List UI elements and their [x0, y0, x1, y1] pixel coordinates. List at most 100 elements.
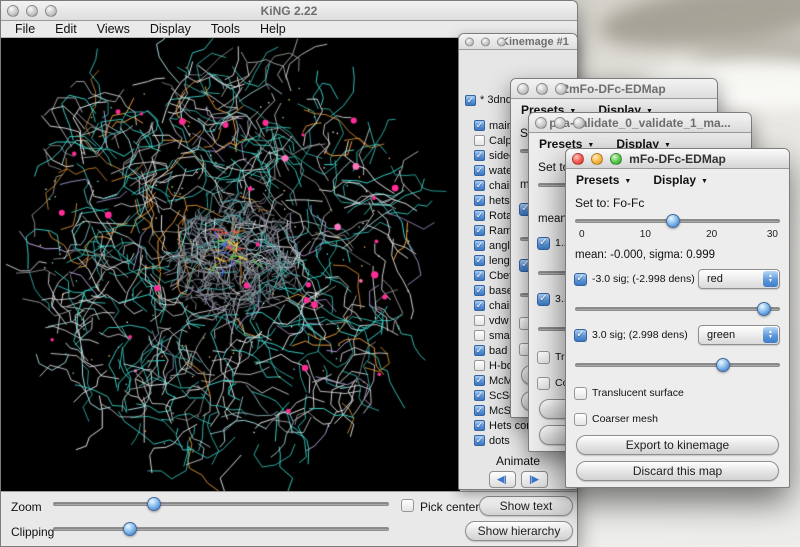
zoom-slider-thumb[interactable] [147, 497, 161, 511]
step-back-icon: ◀| [497, 474, 506, 485]
window-titlebar[interactable]: 2mFo-DFc-EDMap [511, 79, 717, 99]
king-titlebar[interactable]: KiNG 2.22 [1, 1, 577, 21]
menu-help[interactable]: Help [250, 22, 296, 36]
step-back-button[interactable]: ◀| [489, 471, 516, 488]
item-checkbox[interactable] [474, 180, 485, 191]
pick-center-checkbox[interactable] [401, 499, 414, 512]
level-slider[interactable] [575, 213, 780, 229]
menu-edit[interactable]: Edit [45, 22, 87, 36]
coarser-checkbox[interactable] [537, 377, 550, 390]
item-label: hets [489, 195, 510, 207]
step-forward-icon: |▶ [529, 474, 538, 485]
minimize-icon[interactable] [591, 153, 603, 165]
close-icon[interactable] [535, 117, 547, 129]
item-checkbox[interactable] [474, 315, 485, 326]
animate-controls: ◀| |▶ [459, 471, 577, 488]
menu-file[interactable]: File [5, 22, 45, 36]
contour1-color-select[interactable]: red ▲▼ [698, 269, 780, 289]
close-icon[interactable] [465, 37, 474, 46]
contour1-checkbox[interactable] [574, 273, 587, 286]
chevron-down-icon: ▼ [624, 178, 631, 185]
close-icon[interactable] [7, 5, 19, 17]
window-titlebar[interactable]: pka-validate_0_validate_1_ma... [529, 113, 751, 133]
menu-tools[interactable]: Tools [201, 22, 250, 36]
contour2-color-select[interactable]: green ▲▼ [698, 325, 780, 345]
slider-thumb[interactable] [716, 358, 730, 372]
item-checkbox[interactable] [474, 225, 485, 236]
item-checkbox[interactable] [474, 390, 485, 401]
slider-thumb[interactable] [757, 302, 771, 316]
zoom-slider[interactable] [53, 496, 389, 512]
contour1-slider[interactable] [575, 301, 780, 317]
minimize-icon[interactable] [481, 37, 490, 46]
item-checkbox[interactable] [474, 405, 485, 416]
item-checkbox[interactable] [474, 195, 485, 206]
maximize-icon[interactable] [610, 153, 622, 165]
contour1-checkbox[interactable] [537, 237, 550, 250]
edmap-fofc-window[interactable]: mFo-DFc-EDMap Presets▼ Display▼ Set to: … [565, 148, 790, 488]
close-icon[interactable] [517, 83, 529, 95]
clipping-slider-thumb[interactable] [123, 522, 137, 536]
item-label: dots [489, 435, 510, 447]
show-hierarchy-button[interactable]: Show hierarchy [465, 521, 573, 541]
item-checkbox[interactable] [474, 345, 485, 356]
item-checkbox[interactable] [474, 240, 485, 251]
step-forward-button[interactable]: |▶ [521, 471, 548, 488]
window-controls [465, 37, 506, 46]
maximize-icon[interactable] [573, 117, 585, 129]
close-icon[interactable] [572, 153, 584, 165]
clipping-slider[interactable] [53, 521, 389, 537]
translucent-checkbox[interactable] [537, 351, 550, 364]
item-checkbox[interactable] [474, 210, 485, 221]
display-menu[interactable]: Display▼ [653, 173, 708, 187]
show-text-button[interactable]: Show text [479, 496, 573, 516]
coarser-row: Coarser mesh [574, 411, 658, 427]
chevron-down-icon: ▼ [701, 178, 708, 185]
translucent-checkbox[interactable] [574, 387, 587, 400]
item-checkbox[interactable] [474, 435, 485, 446]
window-controls [572, 153, 622, 165]
discard-button[interactable]: Discard this map [576, 461, 779, 481]
tick-label: 20 [706, 229, 717, 240]
minimize-icon[interactable] [536, 83, 548, 95]
item-checkbox[interactable] [474, 330, 485, 341]
item-checkbox[interactable] [474, 255, 485, 266]
contour2-slider[interactable] [575, 357, 780, 373]
contour2-checkbox[interactable] [537, 293, 550, 306]
item-checkbox[interactable] [474, 150, 485, 161]
window-controls [517, 83, 567, 95]
graphics-area[interactable] [1, 38, 460, 493]
item-checkbox[interactable] [474, 360, 485, 371]
animate-label: Animate [459, 454, 577, 468]
coarser-checkbox[interactable] [574, 413, 587, 426]
item-checkbox[interactable] [474, 120, 485, 131]
slider-tick-labels: 0 10 20 30 [577, 229, 778, 241]
contour2-checkbox[interactable] [574, 329, 587, 342]
maximize-icon[interactable] [555, 83, 567, 95]
popup-arrows-icon: ▲▼ [763, 327, 778, 343]
item-checkbox[interactable] [474, 135, 485, 146]
item-checkbox[interactable] [474, 420, 485, 431]
menu-display[interactable]: Display [140, 22, 201, 36]
minimize-icon[interactable] [554, 117, 566, 129]
zoom-label: Zoom [11, 500, 42, 514]
maximize-icon[interactable] [497, 37, 506, 46]
kinemage-titlebar[interactable]: Kinemage #1 [459, 34, 577, 50]
item-checkbox[interactable] [465, 95, 476, 106]
item-checkbox[interactable] [474, 300, 485, 311]
contour2-row: 3.0 sig; (2.998 dens) [574, 327, 688, 343]
maximize-icon[interactable] [45, 5, 57, 17]
item-checkbox[interactable] [474, 285, 485, 296]
minimize-icon[interactable] [26, 5, 38, 17]
slider-thumb[interactable] [666, 214, 680, 228]
item-checkbox[interactable] [474, 270, 485, 281]
window-titlebar[interactable]: mFo-DFc-EDMap [566, 149, 789, 169]
contour1-label: -3.0 sig; (-2.998 dens) [592, 273, 695, 285]
tick-label: 10 [640, 229, 651, 240]
presets-menu[interactable]: Presets▼ [576, 173, 631, 187]
item-checkbox[interactable] [474, 375, 485, 386]
coarser-label: Coarser mesh [592, 413, 658, 425]
menu-views[interactable]: Views [87, 22, 140, 36]
export-button[interactable]: Export to kinemage [576, 435, 779, 455]
item-checkbox[interactable] [474, 165, 485, 176]
